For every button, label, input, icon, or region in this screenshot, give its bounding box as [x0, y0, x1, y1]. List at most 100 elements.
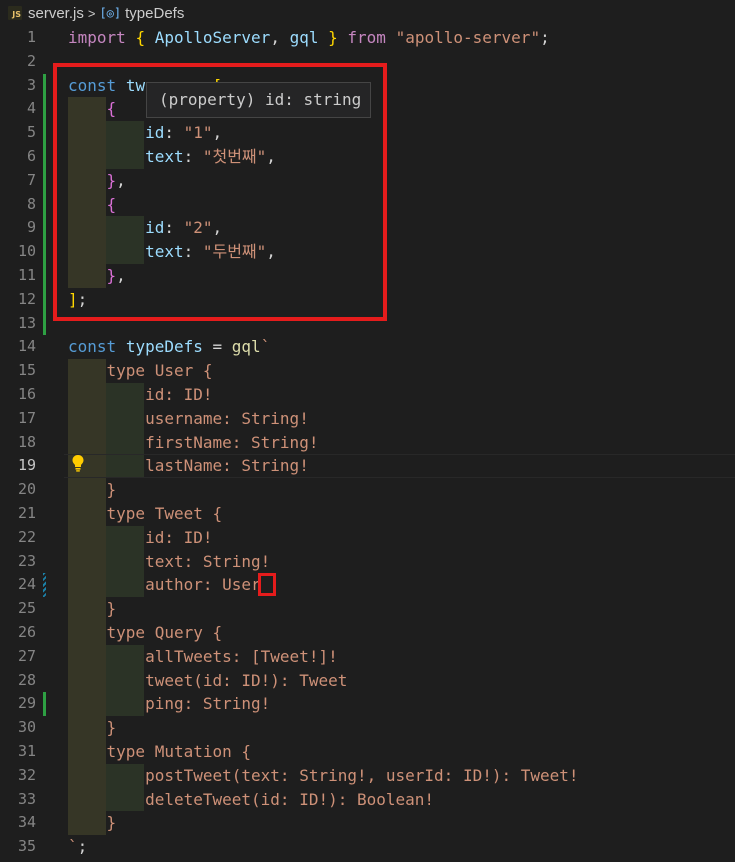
code-text: username: String!: [68, 407, 309, 431]
code-text: }: [68, 478, 117, 502]
line-number: 14: [17, 337, 36, 356]
code-token: ;: [77, 837, 88, 857]
code-text: ping: String!: [68, 692, 270, 716]
line-number: 5: [26, 123, 36, 142]
code-line[interactable]: 17 username: String!: [0, 407, 735, 431]
code-line[interactable]: 35 `;: [0, 835, 735, 859]
code-line[interactable]: 1 import { ApolloServer, gql } from "apol…: [0, 26, 735, 50]
code-token: type Mutation {: [68, 742, 252, 761]
code-line[interactable]: 19 lastName: String!: [0, 454, 735, 479]
code-text: firstName: String!: [68, 431, 318, 455]
line-number: 33: [17, 789, 36, 808]
code-token: }: [68, 480, 117, 500]
code-token: gql: [289, 28, 319, 47]
line-number: 21: [17, 504, 36, 522]
line-number: 13: [17, 313, 36, 332]
line-number: 8: [26, 194, 36, 213]
line-number: 2: [26, 51, 36, 70]
symbol-variable-icon: [◎]: [99, 6, 122, 20]
code-token: `: [68, 837, 78, 857]
code-token: allTweets: [Tweet!]!: [68, 646, 338, 666]
line-number: 9: [26, 218, 36, 237]
code-line[interactable]: 29 ping: String!: [0, 692, 735, 716]
line-number: 20: [17, 480, 36, 499]
line-number: 19: [17, 456, 36, 475]
code-token: tweet(id: ID!): Tweet: [68, 670, 348, 690]
code-line[interactable]: 31 type Mutation {: [0, 740, 735, 764]
line-number: 29: [17, 694, 36, 713]
code-line[interactable]: 20 }: [0, 478, 735, 502]
code-token: }: [68, 599, 117, 619]
code-text: import { ApolloServer, gql } from "apoll…: [68, 26, 550, 50]
code-token: deleteTweet(id: ID!): Boolean!: [68, 789, 435, 809]
code-line[interactable]: 15 type User {: [0, 359, 735, 383]
code-token: id: ID!: [68, 385, 213, 404]
code-text: id: ID!: [68, 383, 213, 407]
line-number: 32: [17, 765, 36, 784]
code-token: username: String!: [68, 408, 309, 428]
code-text: type Query {: [68, 621, 223, 645]
line-number: 27: [17, 646, 36, 665]
code-text: text: String!: [68, 550, 270, 574]
code-text: author: User: [68, 573, 261, 597]
code-text: }: [68, 716, 117, 740]
code-text: }: [68, 597, 117, 621]
code-line[interactable]: 26 type Query {: [0, 621, 735, 645]
code-text: `;: [68, 835, 87, 859]
code-line[interactable]: 27 allTweets: [Tweet!]!: [0, 645, 735, 669]
code-text: type Tweet {: [68, 502, 223, 526]
chevron-right-icon: >: [87, 5, 96, 21]
code-token: }: [68, 813, 117, 833]
line-number: 34: [17, 813, 36, 832]
code-token: author: User: [68, 575, 261, 595]
code-line[interactable]: 23 text: String!: [0, 550, 735, 574]
line-number: 3: [26, 75, 36, 94]
code-line[interactable]: 28 tweet(id: ID!): Tweet: [0, 669, 735, 693]
lightbulb-icon[interactable]: [70, 454, 86, 472]
code-token: lastName: String!: [68, 456, 309, 476]
code-line[interactable]: 22 id: ID!: [0, 526, 735, 550]
code-token: id: ID!: [68, 527, 213, 547]
code-token: type User {: [68, 361, 213, 381]
line-number: 12: [17, 289, 36, 308]
code-line[interactable]: 24 author: User: [0, 573, 735, 597]
highlight-box-cursor: [258, 573, 276, 596]
code-text: type Mutation {: [68, 740, 252, 764]
code-text: allTweets: [Tweet!]!: [68, 645, 338, 669]
code-text: }: [68, 811, 117, 835]
code-line[interactable]: 30 }: [0, 716, 735, 740]
code-line[interactable]: 16 id: ID!: [0, 383, 735, 407]
code-line[interactable]: 14 const typeDefs = gql`: [0, 335, 735, 359]
code-line[interactable]: 32 postTweet(text: String!, userId: ID!)…: [0, 764, 735, 788]
line-number: 25: [17, 599, 36, 618]
code-line[interactable]: 34 }: [0, 811, 735, 835]
code-token: }: [328, 28, 338, 47]
code-text: const typeDefs = gql`: [68, 335, 270, 359]
code-line[interactable]: 33 deleteTweet(id: ID!): Boolean!: [0, 788, 735, 812]
code-token: {: [135, 28, 146, 47]
line-number: 17: [17, 408, 36, 427]
line-number: 24: [17, 575, 36, 594]
line-number: 35: [17, 837, 36, 856]
line-number: 23: [17, 551, 36, 570]
breadcrumb-symbol[interactable]: typeDefs: [125, 5, 184, 22]
code-token: }: [68, 718, 117, 738]
code-line[interactable]: 21 type Tweet {: [0, 502, 735, 526]
code-token: firstName: String!: [68, 432, 319, 452]
code-token: ping: String!: [68, 694, 271, 714]
code-line[interactable]: 18 firstName: String!: [0, 431, 735, 455]
line-number: 31: [17, 742, 36, 760]
javascript-file-icon: JS: [8, 6, 22, 20]
code-text: postTweet(text: String!, userId: ID!): T…: [68, 764, 578, 788]
line-number: 10: [17, 242, 36, 261]
code-line[interactable]: 25 }: [0, 597, 735, 621]
line-number: 16: [17, 385, 36, 403]
line-number: 18: [17, 432, 36, 451]
breadcrumb-file[interactable]: server.js: [28, 5, 84, 22]
highlight-box-tweets-array: [53, 63, 387, 321]
line-number: 22: [17, 527, 36, 546]
breadcrumb: JS server.js > [◎] typeDefs: [0, 0, 735, 26]
